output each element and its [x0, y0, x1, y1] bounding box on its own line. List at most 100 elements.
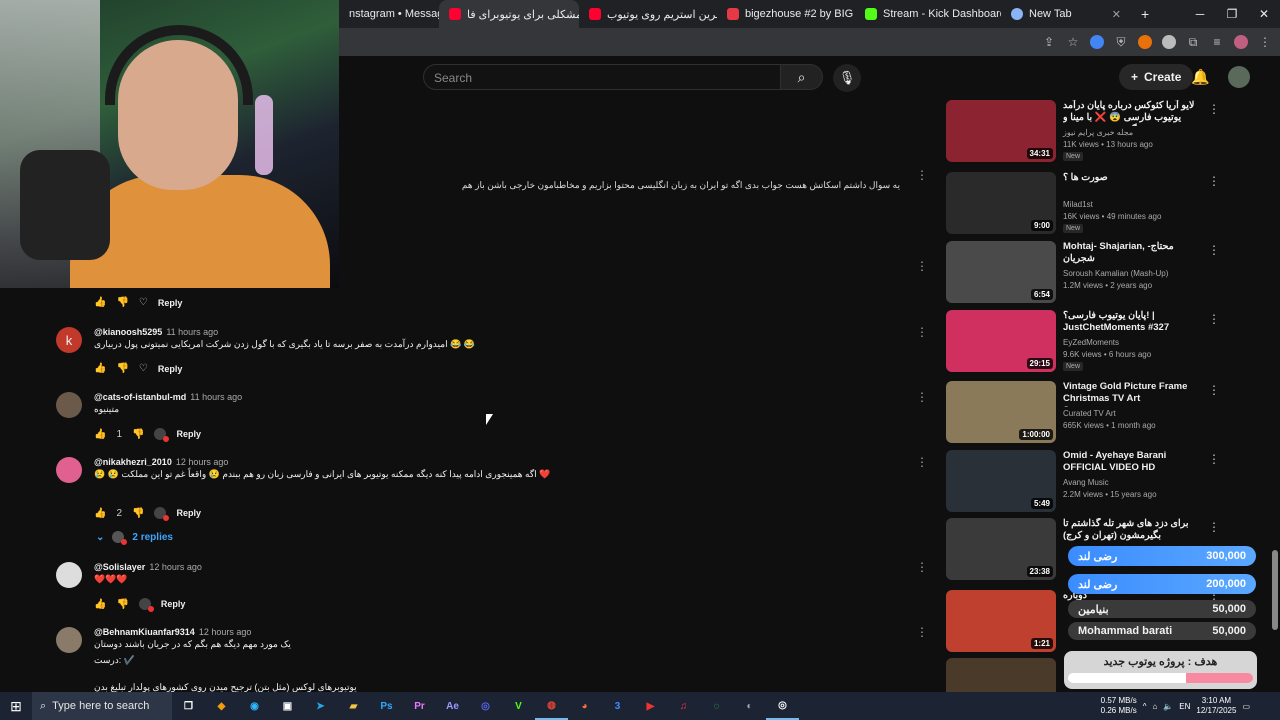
profile-avatar[interactable]: [1234, 35, 1248, 49]
video-thumbnail[interactable]: 1:00:00: [946, 381, 1056, 443]
video-channel[interactable]: Soroush Kamalian (Mash-Up): [1063, 269, 1168, 278]
comment-author[interactable]: @kianoosh5295 11 hours ago: [94, 327, 218, 337]
network-icon[interactable]: ⌂: [1152, 702, 1157, 711]
video-thumbnail[interactable]: 34:31: [946, 100, 1056, 162]
obs-icon[interactable]: ◐: [733, 692, 766, 720]
tab-kick[interactable]: Stream - Kick Dashboard ✕: [855, 0, 1001, 28]
related-video-item[interactable]: 34:31 لایو آریا کئوکس درباره پایان درآمد …: [946, 100, 1246, 162]
store-icon[interactable]: ▣: [271, 692, 304, 720]
tab-youtube-stream[interactable]: آخرین استریم روی یوتیوب ) ✕: [579, 0, 717, 28]
app-icon[interactable]: ◎: [766, 692, 799, 720]
like-icon[interactable]: 👍: [94, 508, 106, 519]
tab-youtube-active[interactable]: چه مشکلی برای یوتیوبرای فا ✕: [439, 0, 579, 28]
discord-icon[interactable]: ◎: [469, 692, 502, 720]
dislike-icon[interactable]: 👎: [116, 363, 128, 374]
video-title[interactable]: Mohtaj- Shajarian, محتاج- شجریان: [1063, 241, 1203, 265]
like-icon[interactable]: 👍: [94, 429, 106, 440]
chrome-icon[interactable]: ◍: [535, 692, 568, 720]
vegas-icon[interactable]: V: [502, 692, 535, 720]
notification-icon[interactable]: ▭: [1242, 702, 1250, 711]
volume-icon[interactable]: 🔈: [1163, 702, 1173, 711]
avatar[interactable]: [56, 392, 82, 418]
close-window-icon[interactable]: ✕: [1248, 0, 1280, 28]
task-view-icon[interactable]: ❒: [172, 692, 205, 720]
extension-icon[interactable]: [1138, 35, 1152, 49]
reply-button[interactable]: Reply: [176, 429, 201, 439]
video-menu-icon[interactable]: ⋮: [1208, 452, 1220, 466]
dislike-icon[interactable]: 👎: [132, 508, 144, 519]
like-icon[interactable]: 👍: [94, 363, 106, 374]
tab-instagram[interactable]: nstagram • Messages ✕: [339, 0, 439, 28]
video-thumbnail[interactable]: 1:21: [946, 590, 1056, 652]
copilot-icon[interactable]: ◆: [205, 692, 238, 720]
comment-menu-icon[interactable]: ⋮: [916, 325, 928, 339]
view-replies-button[interactable]: ⌄ 2 replies: [96, 531, 173, 545]
comment-menu-icon[interactable]: ⋮: [916, 455, 928, 469]
like-icon[interactable]: 👍: [94, 297, 106, 308]
comment-time[interactable]: 11 hours ago: [166, 327, 218, 337]
shield-extension-icon[interactable]: ⛨: [1114, 35, 1128, 49]
minimize-icon[interactable]: ─: [1184, 0, 1216, 28]
video-channel[interactable]: EyZedMoments: [1063, 338, 1119, 347]
comment-author[interactable]: @cats-of-istanbul-md 11 hours ago: [94, 392, 242, 402]
create-button[interactable]: + Create: [1119, 64, 1194, 90]
video-channel[interactable]: Avang Music: [1063, 478, 1109, 487]
dislike-icon[interactable]: 👎: [116, 599, 128, 610]
new-tab-button[interactable]: +: [1131, 0, 1155, 28]
video-menu-icon[interactable]: ⋮: [1208, 243, 1220, 257]
close-icon[interactable]: ✕: [1112, 8, 1121, 21]
telegram-icon[interactable]: ➤: [304, 692, 337, 720]
video-channel[interactable]: Milad1st: [1063, 200, 1093, 209]
heart-icon[interactable]: ♡: [139, 363, 148, 374]
comment-author[interactable]: @nikakhezri_2010 12 hours ago: [94, 457, 228, 467]
search-input[interactable]: Search: [423, 64, 781, 90]
heart-icon[interactable]: ♡: [139, 297, 148, 308]
extension-icon[interactable]: [1090, 35, 1104, 49]
chevron-up-icon[interactable]: ^: [1143, 702, 1147, 711]
video-title[interactable]: Vintage Gold Picture Frame Christmas TV …: [1063, 381, 1203, 407]
install-icon[interactable]: ⇪: [1042, 35, 1056, 49]
video-channel[interactable]: مجله خبری پرایم نیوز: [1063, 128, 1133, 137]
taskbar-search[interactable]: ⌕ Type here to search: [32, 692, 172, 720]
video-menu-icon[interactable]: ⋮: [1208, 312, 1220, 326]
media-player-icon[interactable]: ▶: [634, 692, 667, 720]
avatar[interactable]: k: [56, 327, 82, 353]
dislike-icon[interactable]: 👎: [132, 429, 144, 440]
comment-time[interactable]: 12 hours ago: [176, 457, 229, 467]
file-explorer-icon[interactable]: ▰: [337, 692, 370, 720]
video-thumbnail[interactable]: 9:00: [946, 172, 1056, 234]
author-handle[interactable]: @kianoosh5295: [94, 327, 162, 337]
comment-author[interactable]: @Solislayer 12 hours ago: [94, 562, 202, 572]
app-icon[interactable]: ◌: [700, 692, 733, 720]
tab-bigezhouse[interactable]: bigezhouse #2 by BIG 🔊 ✕: [717, 0, 855, 28]
author-handle[interactable]: @BehnamKiuanfar9314: [94, 627, 195, 637]
related-video-item[interactable]: 5:49 Omid - Ayehaye Barani OFFICIAL VIDEO…: [946, 450, 1246, 512]
video-title[interactable]: برای دزد های شهر تله گذاشتم تا بگیرمشون …: [1063, 518, 1203, 542]
voice-search-button[interactable]: 🎙: [833, 64, 861, 92]
video-title[interactable]: صورت ها ؟: [1063, 172, 1203, 184]
photoshop-icon[interactable]: Ps: [370, 692, 403, 720]
windows-start-icon[interactable]: ⊞: [0, 692, 32, 720]
scrollbar-thumb[interactable]: [1272, 550, 1278, 630]
reply-button[interactable]: Reply: [176, 508, 201, 518]
menu-kebab-icon[interactable]: ⋮: [1258, 35, 1272, 49]
video-title[interactable]: پایان یوتیوب فارسی؟! | JustChetMoments #…: [1063, 310, 1203, 334]
comment-time[interactable]: 12 hours ago: [149, 562, 202, 572]
author-handle[interactable]: @Solislayer: [94, 562, 145, 572]
account-avatar[interactable]: [1228, 66, 1250, 88]
firefox-icon[interactable]: ◕: [568, 692, 601, 720]
media-icon[interactable]: ≡: [1210, 35, 1224, 49]
comment-time[interactable]: 11 hours ago: [190, 392, 242, 402]
page-scrollbar[interactable]: [1270, 98, 1280, 692]
comment-menu-icon[interactable]: ⋮: [916, 390, 928, 404]
author-handle[interactable]: @cats-of-istanbul-md: [94, 392, 186, 402]
related-video-item[interactable]: 1:00:00 Vintage Gold Picture Frame Christ…: [946, 381, 1246, 443]
comment-menu-icon[interactable]: ⋮: [916, 625, 928, 639]
video-channel[interactable]: Curated TV Art: [1063, 409, 1116, 418]
video-thumbnail[interactable]: 5:49: [946, 450, 1056, 512]
related-video-item[interactable]: 9:00 صورت ها ؟ Milad1st 16K views • 49 minu…: [946, 172, 1246, 234]
comment-menu-icon[interactable]: ⋮: [916, 168, 928, 182]
reply-button[interactable]: Reply: [158, 298, 183, 308]
after-effects-icon[interactable]: Ae: [436, 692, 469, 720]
comment-menu-icon[interactable]: ⋮: [916, 259, 928, 273]
